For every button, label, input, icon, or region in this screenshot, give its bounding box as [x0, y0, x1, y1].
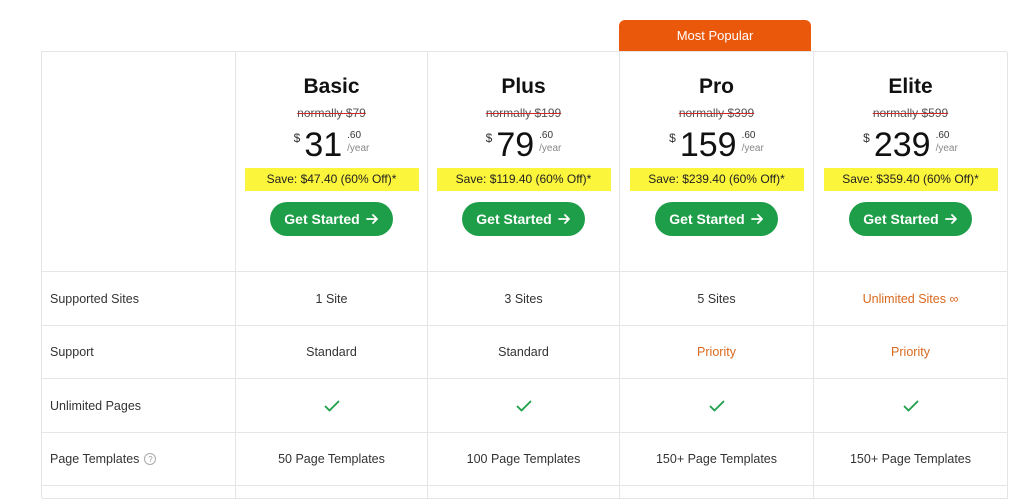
support-plus: Standard	[428, 326, 620, 379]
button-label: Get Started	[476, 211, 552, 227]
plan-name: Pro	[698, 75, 734, 98]
price-cents: .60	[935, 130, 950, 141]
check-icon	[709, 400, 724, 411]
price-cents: .60	[347, 130, 362, 141]
unlimited-pages-basic	[236, 379, 428, 433]
currency-symbol: $	[485, 131, 493, 145]
price-period: /year	[539, 143, 562, 154]
row-label-supported-sites: Supported Sites	[42, 272, 236, 326]
plan-pro: Pro normally $399 $ 159 .60/year Save: $…	[620, 52, 814, 272]
supported-sites-basic: 1 Site	[236, 272, 428, 326]
savings-banner: Save: $119.40 (60% Off)*	[436, 168, 611, 191]
price-cents: .60	[741, 130, 756, 141]
plan-name: Plus	[501, 75, 546, 98]
original-price: normally $199	[485, 106, 562, 120]
get-started-button-elite[interactable]: Get Started	[849, 202, 972, 236]
savings-banner: Save: $359.40 (60% Off)*	[823, 168, 998, 191]
support-elite: Priority	[814, 326, 1008, 379]
price-amount: 239	[873, 126, 931, 164]
header-empty-cell	[42, 52, 236, 272]
next-row-cell	[814, 486, 1008, 499]
original-price: normally $399	[678, 106, 755, 120]
pricing-table: Basic normally $79 $ 31 .60/year Save: $…	[41, 51, 1008, 499]
button-label: Get Started	[863, 211, 939, 227]
unlimited-pages-plus	[428, 379, 620, 433]
row-label-unlimited-pages: Unlimited Pages	[42, 379, 236, 433]
page-templates-plus: 100 Page Templates	[428, 433, 620, 486]
arrow-right-icon	[944, 214, 957, 224]
get-started-button-basic[interactable]: Get Started	[270, 202, 393, 236]
button-label: Get Started	[669, 211, 745, 227]
price: $ 79 .60/year	[486, 128, 562, 166]
price: $ 159 .60/year	[669, 128, 764, 166]
next-row-cell	[236, 486, 428, 499]
check-icon	[324, 400, 339, 411]
unlimited-pages-pro	[620, 379, 814, 433]
next-row-cell	[620, 486, 814, 499]
check-icon	[516, 400, 531, 411]
most-popular-badge: Most Popular	[619, 20, 811, 52]
plan-name: Elite	[888, 75, 933, 98]
arrow-right-icon	[557, 214, 570, 224]
support-basic: Standard	[236, 326, 428, 379]
page-templates-basic: 50 Page Templates	[236, 433, 428, 486]
arrow-right-icon	[750, 214, 763, 224]
unlimited-pages-elite	[814, 379, 1008, 433]
support-pro: Priority	[620, 326, 814, 379]
arrow-right-icon	[365, 214, 378, 224]
next-row-label	[42, 486, 236, 499]
price: $ 239 .60/year	[863, 128, 958, 166]
price-amount: 159	[679, 126, 737, 164]
check-icon	[903, 400, 918, 411]
supported-sites-pro: 5 Sites	[620, 272, 814, 326]
get-started-button-plus[interactable]: Get Started	[462, 202, 585, 236]
currency-symbol: $	[863, 131, 870, 145]
row-label-page-templates: Page Templates ?	[42, 433, 236, 486]
price-period: /year	[935, 143, 958, 154]
supported-sites-elite: Unlimited Sites ∞	[814, 272, 1008, 326]
plan-name: Basic	[303, 75, 360, 98]
original-price: normally $599	[872, 106, 949, 120]
help-circle-icon[interactable]: ?	[144, 453, 157, 465]
next-row-cell	[428, 486, 620, 499]
page-templates-elite: 150+ Page Templates	[814, 433, 1008, 486]
savings-banner: Save: $239.40 (60% Off)*	[629, 168, 804, 191]
currency-symbol: $	[293, 131, 301, 145]
savings-banner: Save: $47.40 (60% Off)*	[244, 168, 419, 191]
supported-sites-plus: 3 Sites	[428, 272, 620, 326]
price-amount: 79	[496, 126, 535, 164]
price-amount: 31	[304, 126, 343, 164]
button-label: Get Started	[284, 211, 360, 227]
row-label-text: Page Templates	[50, 452, 140, 466]
plan-plus: Plus normally $199 $ 79 .60/year Save: $…	[428, 52, 620, 272]
page-templates-pro: 150+ Page Templates	[620, 433, 814, 486]
original-price: normally $79	[297, 106, 366, 120]
currency-symbol: $	[669, 131, 676, 145]
price: $ 31 .60/year	[294, 128, 370, 166]
price-period: /year	[741, 143, 764, 154]
plan-elite: Elite normally $599 $ 239 .60/year Save:…	[814, 52, 1008, 272]
get-started-button-pro[interactable]: Get Started	[655, 202, 778, 236]
plan-basic: Basic normally $79 $ 31 .60/year Save: $…	[236, 52, 428, 272]
row-label-support: Support	[42, 326, 236, 379]
price-period: /year	[347, 143, 370, 154]
price-cents: .60	[539, 130, 554, 141]
